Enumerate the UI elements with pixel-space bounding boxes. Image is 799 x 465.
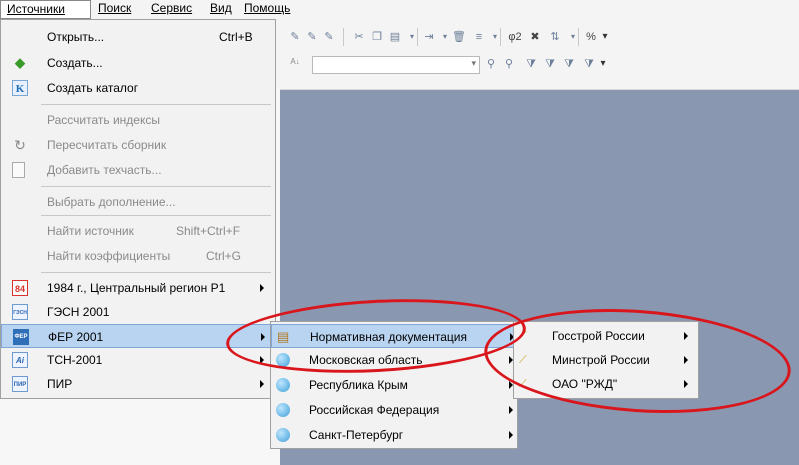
- delete-icon[interactable]: 🗑: [452, 30, 466, 44]
- percent-dropdown-icon[interactable]: ▾: [598, 30, 612, 44]
- combo-arrow-icon[interactable]: ▾: [471, 58, 476, 69]
- menu-item-label: Санкт-Петербург: [309, 428, 404, 442]
- menu-item-pir[interactable]: ПИР ПИР: [1, 372, 275, 396]
- menu-item-recalc[interactable]: ↻ Пересчитать сборник: [1, 133, 275, 157]
- cut-icon[interactable]: ✂: [352, 30, 366, 44]
- filter-combo[interactable]: ▾: [312, 56, 480, 74]
- submenu-item-russia[interactable]: Российская Федерация: [271, 398, 517, 422]
- tool-icon-3[interactable]: ✎: [322, 30, 336, 44]
- copy-icon[interactable]: ❐: [370, 30, 384, 44]
- submenu-arrow-icon: [509, 431, 513, 439]
- tsn-icon: Ai: [12, 352, 28, 368]
- menu-item-shortcut: Ctrl+B: [219, 30, 253, 44]
- toolbar-divider: [500, 28, 501, 46]
- toolbar-divider: [578, 28, 579, 46]
- menu-item-label: Создать каталог: [47, 81, 139, 95]
- filter-edit-icon[interactable]: ⧩: [562, 57, 576, 71]
- menu-separator: [41, 215, 271, 216]
- menu-item-open[interactable]: Открыть... Ctrl+B: [1, 25, 275, 49]
- menu-item-label: Найти источник: [47, 224, 134, 238]
- menu-item-create-catalog[interactable]: K Создать каталог: [1, 76, 275, 100]
- toolbar-divider: [417, 28, 418, 46]
- submenu-arrow-icon: [260, 284, 264, 292]
- menu-item-label: Выбрать дополнение...: [47, 195, 176, 209]
- ai-sort-icon[interactable]: А↓: [288, 55, 302, 69]
- menu-bar: Источники Поиск Сервис Вид Помощь: [0, 0, 799, 19]
- submenu-item-spb[interactable]: Санкт-Петербург: [271, 423, 517, 447]
- menu-item-label: Создать...: [47, 56, 103, 70]
- annotation-ellipse-submenu: [480, 299, 795, 423]
- menu-item-label: ПИР: [47, 377, 73, 391]
- filter-apply-icon[interactable]: ⧩: [543, 57, 557, 71]
- menu-search-label: Поиск: [98, 1, 132, 15]
- insert-dropdown-icon[interactable]: ▾: [438, 30, 452, 44]
- menu-item-create[interactable]: ◆ Создать...: [1, 51, 275, 75]
- sort-icon[interactable]: ⇅: [548, 30, 562, 44]
- insert-icon[interactable]: ⇥: [422, 30, 436, 44]
- menu-separator: [41, 104, 271, 105]
- menu-item-label: Республика Крым: [309, 378, 408, 392]
- submenu-item-crimea[interactable]: Республика Крым: [271, 373, 517, 397]
- menu-item-shortcut: Ctrl+G: [206, 249, 242, 263]
- percent-label: %: [586, 31, 596, 43]
- menu-view-label: Вид: [210, 1, 232, 15]
- formula-label: φ2: [508, 31, 522, 43]
- catalog-1984-icon: 84: [12, 280, 28, 296]
- menu-item-gesn[interactable]: ГЭСН ГЭСН 2001: [1, 300, 275, 324]
- refresh-icon: ↻: [14, 137, 26, 153]
- submenu-arrow-icon: [509, 406, 513, 414]
- menu-item-choose-addon[interactable]: Выбрать дополнение...: [1, 190, 275, 214]
- menu-item-label: ФЕР 2001: [48, 330, 104, 344]
- menu-item-label: Найти коэффициенты: [47, 249, 171, 263]
- list-icon[interactable]: ≡: [472, 30, 486, 44]
- filter-icon[interactable]: ⧩: [524, 57, 538, 71]
- menu-item-label: Российская Федерация: [309, 403, 440, 417]
- menu-help[interactable]: Помощь: [238, 0, 296, 19]
- menu-item-label: ГЭСН 2001: [47, 305, 110, 319]
- globe-icon: [276, 378, 290, 392]
- document-icon: [12, 162, 25, 178]
- menu-sources-label: Источники: [7, 2, 65, 16]
- menu-item-find-coefficients[interactable]: Найти коэффициенты Ctrl+G: [1, 244, 275, 268]
- globe-icon: [276, 428, 290, 442]
- menu-item-calc-indexes[interactable]: Рассчитать индексы: [1, 108, 275, 132]
- globe-icon: [276, 403, 290, 417]
- menu-item-find-source[interactable]: Найти источник Shift+Ctrl+F: [1, 219, 275, 243]
- menu-item-1984[interactable]: 84 1984 г., Центральный регион Р1: [1, 276, 275, 300]
- menu-item-label: Пересчитать сборник: [47, 138, 167, 152]
- menu-separator: [41, 186, 271, 187]
- toolbar-divider: [343, 28, 344, 46]
- paste-icon[interactable]: ▤: [388, 30, 402, 44]
- menu-item-label: Рассчитать индексы: [47, 113, 160, 127]
- find-icon[interactable]: ⚲: [484, 57, 498, 71]
- menu-help-label: Помощь: [244, 1, 291, 15]
- formula-icon[interactable]: φ2: [506, 30, 524, 44]
- coefficient-icon[interactable]: ✖: [528, 30, 542, 44]
- tool-icon-1[interactable]: ✎: [288, 30, 302, 44]
- catalog-icon: K: [12, 80, 28, 96]
- menu-item-label: Открыть...: [47, 30, 105, 44]
- menu-item-add-techpart[interactable]: Добавить техчасть...: [1, 158, 275, 182]
- filter-clear-icon[interactable]: ⧩: [582, 57, 596, 71]
- find-next-icon[interactable]: ⚲: [502, 57, 516, 71]
- menu-service[interactable]: Сервис: [145, 0, 198, 19]
- menu-item-label: 1984 г., Центральный регион Р1: [47, 281, 226, 295]
- create-icon: ◆: [15, 55, 25, 70]
- menu-item-label: Добавить техчасть...: [47, 163, 162, 177]
- pir-icon: ПИР: [12, 376, 28, 392]
- menu-view[interactable]: Вид: [204, 0, 238, 19]
- tool-icon-2[interactable]: ✎: [305, 30, 319, 44]
- menu-search[interactable]: Поиск: [92, 0, 137, 19]
- submenu-arrow-icon: [260, 380, 264, 388]
- menu-sources[interactable]: Источники: [0, 0, 91, 19]
- menu-separator: [41, 272, 271, 273]
- gesn-icon: ГЭСН: [12, 304, 28, 320]
- menu-item-label: ТСН-2001: [47, 353, 103, 367]
- menu-item-shortcut: Shift+Ctrl+F: [176, 224, 241, 238]
- menu-service-label: Сервис: [151, 1, 193, 15]
- fer-icon: ФЕР: [13, 329, 29, 345]
- filter-dropdown-icon[interactable]: ▾: [596, 57, 610, 71]
- percent-icon[interactable]: %: [584, 30, 598, 44]
